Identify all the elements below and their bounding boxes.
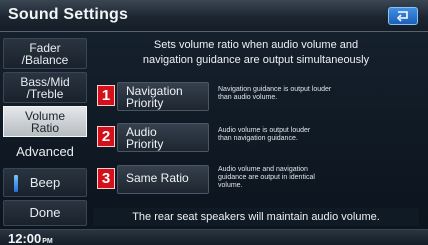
description-line: Sets volume ratio when audio volume and [153,39,359,51]
status-bar: 12:00PM [0,229,428,245]
panel-description: Sets volume ratio when audio volume and … [93,38,419,68]
sidebar-item-label: Done [29,205,61,220]
button-label: Priority [126,137,164,151]
sidebar-item-beep[interactable]: Beep [3,168,87,197]
option-number-badge: 2 [97,126,115,147]
option-navigation-priority: 1 Navigation Priority Navigation guidanc… [97,82,415,112]
sidebar-item-done[interactable]: Done [3,200,87,226]
volume-ratio-panel: Sets volume ratio when audio volume and … [93,34,419,227]
page-title: Sound Settings [8,6,129,23]
description-line: navigation guidance are output simultane… [142,54,370,66]
option-description-line: Navigation guidance is output louder [218,86,332,93]
option-number-badge: 3 [97,168,115,189]
same-ratio-button[interactable]: Same Ratio [117,165,209,194]
option-audio-priority: 2 Audio Priority Audio volume is output … [97,123,415,153]
option-description-line: volume. [218,182,243,189]
option-description: Navigation guidance is output louder tha… [218,86,414,102]
option-description-line: than navigation guidance. [218,135,298,142]
sidebar-item-bass-mid-treble[interactable]: Bass/Mid /Treble [3,72,87,103]
sound-settings-screen: Sound Settings Fader /Balance Bass/Mid /… [0,0,428,245]
navigation-priority-button[interactable]: Navigation Priority [117,82,209,111]
sidebar-item-label: Fader /Balance [21,41,69,67]
option-number-badge: 1 [97,85,115,106]
clock-ampm: PM [42,238,53,245]
sidebar-item-fader-balance[interactable]: Fader /Balance [3,38,87,69]
sidebar-item-label: Bass/Mid /Treble [20,75,70,101]
option-description-line: guidance are output in identical [218,174,315,181]
option-description: Audio volume and navigation guidance are… [218,166,414,190]
option-same-ratio: 3 Same Ratio Audio volume and navigation… [97,165,415,195]
title-bar: Sound Settings [0,0,428,32]
sidebar-item-advanced[interactable]: Advanced [3,140,87,164]
back-button[interactable] [388,7,418,25]
option-description-line: than audio volume. [218,94,278,101]
clock-time: 12:00 [8,231,42,245]
option-description-line: Audio volume is output louder [218,127,311,134]
sidebar-item-label: Volume Ratio [24,109,66,135]
option-description: Audio volume is output louder than navig… [218,127,414,143]
sidebar: Fader /Balance Bass/Mid /Treble Volume R… [3,34,87,227]
clock[interactable]: 12:00PM [8,231,53,245]
sidebar-item-volume-ratio[interactable]: Volume Ratio [3,106,87,137]
audio-priority-button[interactable]: Audio Priority [117,123,209,152]
button-label: Same Ratio [126,171,189,185]
return-arrow-icon [396,11,408,22]
sidebar-item-label: Advanced [16,144,74,159]
rear-speaker-note: The rear seat speakers will maintain aud… [93,208,419,226]
beep-toggle-indicator [14,175,18,192]
button-label: Priority [126,96,164,110]
option-description-line: Audio volume and navigation [218,166,308,173]
